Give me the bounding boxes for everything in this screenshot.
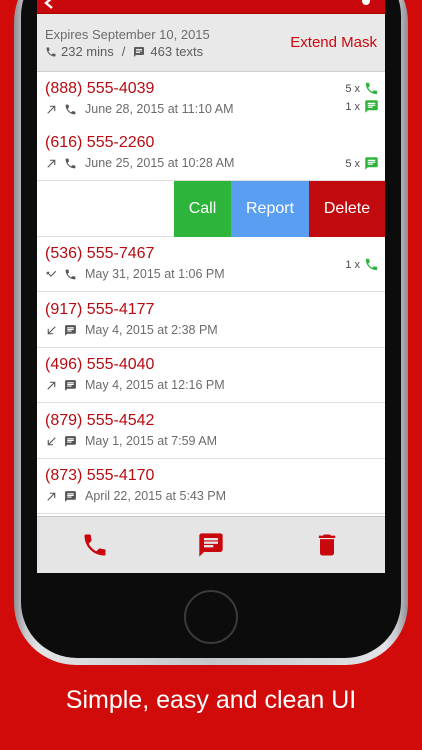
incoming-arrow-icon bbox=[47, 436, 56, 445]
phone-icon[interactable] bbox=[81, 531, 109, 559]
history-row[interactable]: (873) 555-4170 April 22, 2015 at 5:43 PM bbox=[37, 459, 385, 514]
report-button[interactable]: Report bbox=[231, 181, 309, 237]
history-row[interactable]: (536) 555-7467 May 31, 2015 at 1:06 PM 1 x bbox=[37, 237, 385, 292]
home-button[interactable] bbox=[184, 590, 238, 644]
entry-date: April 22, 2015 at 5:43 PM bbox=[85, 489, 227, 503]
history-row[interactable]: (616) 555-2260 June 25, 2015 at 10:28 AM 5… bbox=[37, 126, 385, 181]
message-icon bbox=[65, 490, 76, 502]
history-row[interactable]: (917) 555-4177 May 4, 2015 at 2:38 PM bbox=[37, 293, 385, 348]
message-icon bbox=[65, 435, 76, 447]
phone-number: (496) 555-4040 bbox=[45, 356, 155, 373]
texts-remaining: 463 texts bbox=[150, 44, 204, 59]
tagline: Simple, easy and clean UI bbox=[65, 686, 357, 714]
entry-meta: May 4, 2015 at 2:38 PM bbox=[45, 322, 218, 338]
entry-meta: May 4, 2015 at 12:16 PM bbox=[45, 377, 225, 393]
minutes-remaining: 232 mins bbox=[61, 44, 114, 59]
entry-date: May 4, 2015 at 2:38 PM bbox=[85, 323, 218, 337]
phone-number: (879) 555-4542 bbox=[45, 412, 155, 429]
text-count: 1 x bbox=[345, 99, 379, 114]
extend-mask-button[interactable]: Extend Mask bbox=[290, 34, 377, 51]
outgoing-arrow-icon bbox=[47, 381, 56, 390]
call-count-label: 5 x bbox=[345, 82, 360, 95]
quota-separator: / bbox=[121, 44, 126, 59]
swipe-actions-row: Call Report Delete bbox=[37, 181, 385, 237]
bottom-toolbar bbox=[37, 516, 385, 573]
person-icon[interactable] bbox=[359, 0, 373, 10]
message-icon bbox=[65, 379, 76, 391]
phone-icon bbox=[65, 104, 76, 114]
entry-date: May 1, 2015 at 7:59 AM bbox=[85, 434, 218, 448]
history-row[interactable]: (888) 555-4039 June 28, 2015 at 11:10 AM 5… bbox=[37, 72, 385, 127]
phone-number: (616) 555-2260 bbox=[45, 134, 155, 151]
delete-button[interactable]: Delete bbox=[309, 181, 385, 237]
text-count-label: 5 x bbox=[345, 157, 360, 170]
quota-line: 232 mins / 463 texts bbox=[45, 44, 203, 59]
text-count: 5 x bbox=[345, 156, 379, 171]
entry-date: May 31, 2015 at 1:06 PM bbox=[85, 267, 225, 281]
entry-meta: June 25, 2015 at 10:28 AM bbox=[45, 155, 234, 171]
history-row[interactable]: (879) 555-4542 May 1, 2015 at 7:59 AM bbox=[37, 404, 385, 459]
outgoing-arrow-icon bbox=[47, 159, 56, 168]
trash-icon[interactable] bbox=[313, 531, 341, 559]
phone-number: (917) 555-4177 bbox=[45, 301, 155, 318]
phone-icon bbox=[365, 258, 378, 271]
app-screen: Expires September 10, 2015 232 mins / 46… bbox=[37, 0, 385, 573]
phone-icon bbox=[46, 47, 56, 56]
entry-meta: May 1, 2015 at 7:59 AM bbox=[45, 433, 217, 449]
call-button[interactable]: Call bbox=[174, 181, 231, 237]
outgoing-arrow-icon bbox=[47, 105, 56, 114]
call-count: 5 x bbox=[345, 81, 379, 96]
phone-icon bbox=[65, 158, 76, 168]
back-icon[interactable] bbox=[43, 0, 57, 10]
message-icon[interactable] bbox=[197, 531, 225, 559]
entry-date: May 4, 2015 at 12:16 PM bbox=[85, 378, 225, 392]
phone-number: (536) 555-7467 bbox=[45, 245, 155, 262]
nav-bar bbox=[37, 0, 385, 14]
entry-meta: June 28, 2015 at 11:10 AM bbox=[45, 101, 234, 117]
entry-date: June 28, 2015 at 11:10 AM bbox=[85, 102, 234, 116]
expiration-text: Expires September 10, 2015 bbox=[45, 27, 210, 42]
call-count-label: 1 x bbox=[345, 258, 360, 271]
call-count: 1 x bbox=[345, 257, 379, 272]
plan-status: Expires September 10, 2015 232 mins / 46… bbox=[37, 14, 385, 72]
phone-icon bbox=[65, 269, 76, 279]
text-count-label: 1 x bbox=[345, 100, 360, 113]
entry-date: June 25, 2015 at 10:28 AM bbox=[85, 156, 235, 170]
phone-number: (873) 555-4170 bbox=[45, 467, 155, 484]
message-icon bbox=[365, 100, 378, 113]
history-row[interactable]: (496) 555-4040 May 4, 2015 at 12:16 PM bbox=[37, 348, 385, 403]
entry-meta: April 22, 2015 at 5:43 PM bbox=[45, 488, 226, 504]
message-icon bbox=[134, 46, 145, 57]
message-icon bbox=[365, 157, 378, 170]
outgoing-arrow-icon bbox=[47, 492, 56, 501]
entry-meta: May 31, 2015 at 1:06 PM bbox=[45, 266, 225, 282]
phone-icon bbox=[365, 82, 378, 95]
message-icon bbox=[65, 324, 76, 336]
phone-number: (888) 555-4039 bbox=[45, 80, 155, 97]
incoming-arrow-icon bbox=[47, 325, 56, 334]
missed-call-icon bbox=[46, 270, 57, 277]
